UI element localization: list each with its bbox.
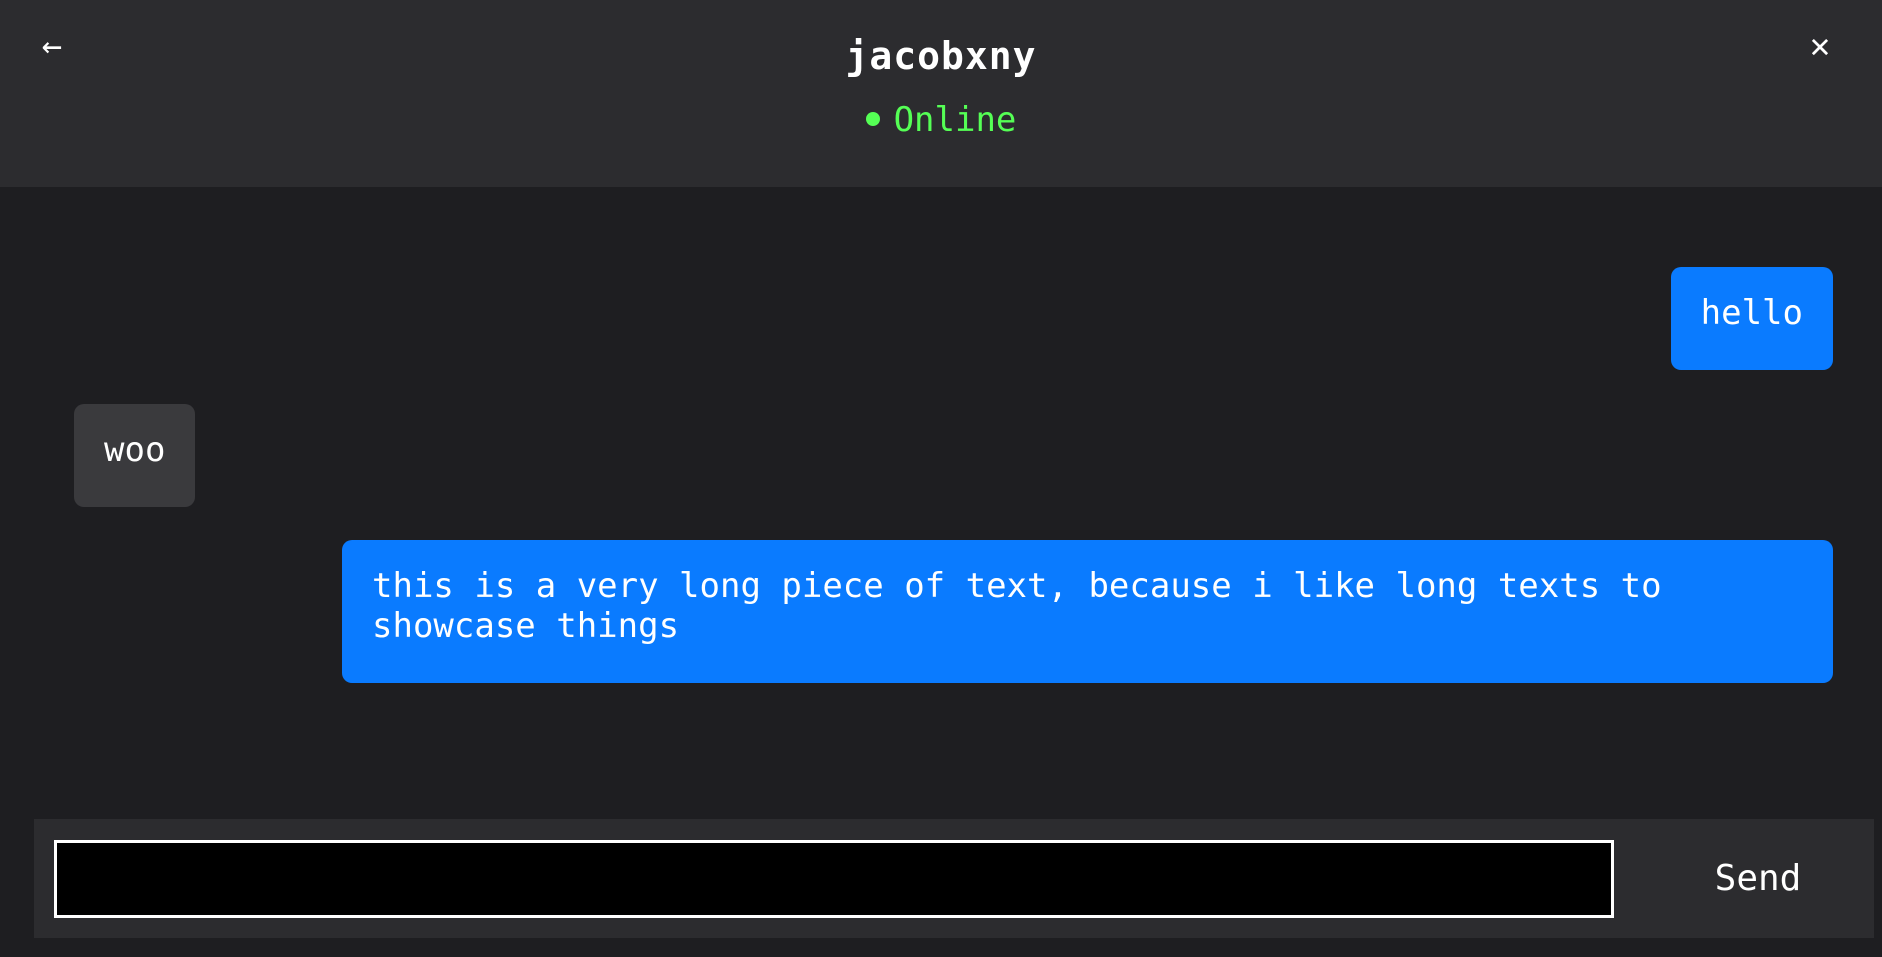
message-text: this is a very long piece of text, becau… (372, 566, 1662, 646)
send-button[interactable]: Send (1678, 840, 1838, 918)
online-status: Online (0, 100, 1882, 140)
status-dot-icon (865, 111, 880, 126)
message-list[interactable]: hello woo this is a very long piece of t… (0, 187, 1882, 819)
chat-window: ← jacobxny Online ✕ hello woo this is a … (0, 0, 1882, 957)
status-label: Online (893, 100, 1017, 140)
message-text: woo (104, 430, 166, 470)
message-bubble-sent: this is a very long piece of text, becau… (342, 540, 1833, 683)
message-text: hello (1700, 293, 1803, 333)
message-composer: Send (34, 819, 1874, 938)
message-bubble-received: woo (74, 404, 196, 507)
close-button[interactable]: ✕ (1796, 24, 1844, 68)
close-icon: ✕ (1809, 26, 1831, 66)
message-input[interactable] (54, 840, 1614, 918)
chat-header: ← jacobxny Online ✕ (0, 0, 1882, 187)
contact-name: jacobxny (845, 34, 1037, 78)
message-bubble-sent: hello (1670, 267, 1833, 370)
